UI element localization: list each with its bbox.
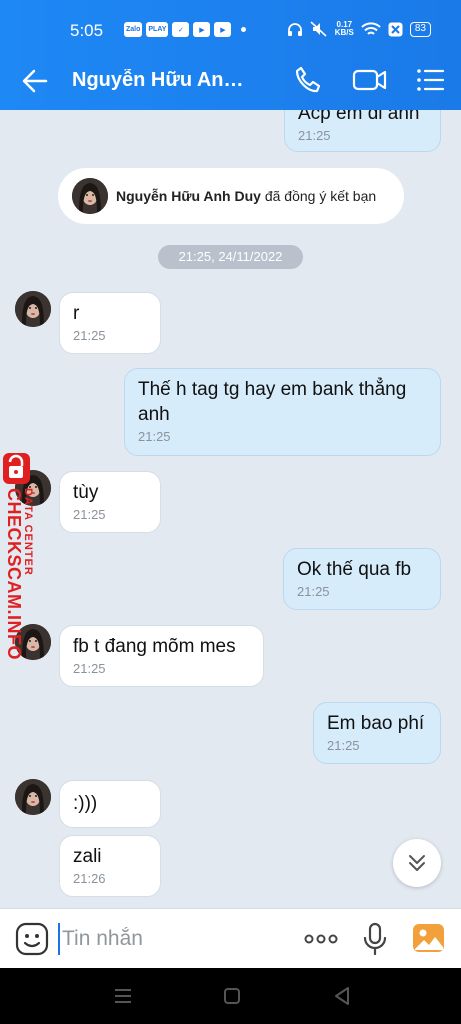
message-text: r bbox=[73, 303, 80, 324]
more-notifications-dot-icon bbox=[241, 27, 247, 32]
message-bubble-incoming[interactable]: zali 21:26 bbox=[59, 835, 161, 897]
mute-icon bbox=[310, 21, 327, 37]
menu-list-icon[interactable] bbox=[414, 64, 446, 96]
message-text: Em bao phí bbox=[327, 713, 425, 734]
message-bubble-outgoing[interactable]: Acp em đi anh 21:25 bbox=[284, 110, 441, 152]
message-text: Ok thế qua fb bbox=[297, 559, 412, 580]
sticker-icon[interactable] bbox=[15, 922, 49, 956]
svg-text:CHECKSCAM.INFO: CHECKSCAM.INFO bbox=[4, 488, 24, 660]
status-right: 0.17 KB/S 83 bbox=[287, 21, 431, 37]
app-notification-icon: ✓ bbox=[172, 22, 190, 37]
play-notification-icon: PLAY bbox=[146, 22, 169, 37]
friend-accepted-notice: Nguyễn Hữu Anh Duy đã đồng ý kết bạn bbox=[58, 168, 404, 224]
message-composer bbox=[0, 908, 461, 968]
message-input[interactable] bbox=[58, 923, 278, 955]
message-text: :))) bbox=[73, 793, 98, 814]
message-time: 21:25 bbox=[298, 128, 331, 143]
message-bubble-outgoing[interactable]: Thế h tag tg hay em bank thẳng anh 21:25 bbox=[124, 368, 441, 456]
message-time: 21:25 bbox=[73, 507, 106, 522]
checkscam-watermark-logo: DATA CENTER CHECKSCAM.INFO bbox=[3, 453, 34, 660]
status-time: 5:05 bbox=[70, 21, 104, 40]
message-text: Acp em đi anh bbox=[298, 110, 420, 124]
wifi-icon bbox=[361, 21, 381, 35]
message-time: 21:25 bbox=[297, 584, 330, 599]
message-text: fb t đang mõm mes bbox=[73, 636, 236, 657]
contact-name[interactable]: Nguyễn Hữu Anh Duy bbox=[72, 69, 247, 92]
chat-header: Nguyễn Hữu Anh Duy bbox=[0, 50, 461, 110]
youtube-notification-icon: ▶ bbox=[214, 22, 232, 37]
avatar[interactable] bbox=[15, 779, 51, 815]
status-app-icons: Zalo PLAY ✓ ▶ ▶ bbox=[124, 22, 247, 37]
message-bubble-incoming[interactable]: r 21:25 bbox=[59, 292, 161, 354]
message-bubble-outgoing[interactable]: Ok thế qua fb 21:25 bbox=[283, 548, 441, 610]
avatar[interactable] bbox=[72, 178, 108, 214]
message-time: 21:26 bbox=[73, 871, 106, 886]
more-options-icon[interactable] bbox=[303, 929, 339, 949]
message-time: 21:25 bbox=[73, 661, 106, 676]
network-speed: 0.17 KB/S bbox=[335, 21, 354, 37]
message-bubble-incoming[interactable]: fb t đang mõm mes 21:25 bbox=[59, 625, 264, 687]
double-chevron-down-icon bbox=[409, 855, 425, 871]
avatar[interactable] bbox=[15, 291, 51, 327]
microphone-icon[interactable] bbox=[360, 922, 390, 956]
no-sim-icon bbox=[388, 22, 403, 36]
system-nav-bar bbox=[0, 968, 461, 1024]
message-list[interactable]: Acp em đi anh 21:25 Nguyễn Hữu Anh Duy đ… bbox=[0, 110, 461, 908]
back-arrow-icon[interactable] bbox=[20, 66, 50, 96]
message-text: Thế h tag tg hay em bank thẳng anh bbox=[138, 379, 407, 425]
notice-contact-name: Nguyễn Hữu Anh Duy bbox=[116, 188, 261, 204]
date-separator: 21:25, 24/11/2022 bbox=[158, 245, 303, 269]
headphones-icon bbox=[287, 22, 302, 36]
message-bubble-incoming[interactable]: :))) bbox=[59, 780, 161, 828]
image-gallery-icon[interactable] bbox=[412, 923, 445, 953]
back-nav-icon[interactable] bbox=[331, 985, 353, 1007]
message-text: tùy bbox=[73, 482, 99, 503]
home-icon[interactable] bbox=[221, 985, 243, 1007]
status-bar: 5:05 Zalo PLAY ✓ ▶ ▶ 0.17 KB/S 83 bbox=[0, 0, 461, 50]
message-time: 21:25 bbox=[327, 738, 360, 753]
phone-icon[interactable] bbox=[292, 64, 324, 96]
battery-icon: 83 bbox=[409, 21, 431, 37]
zalo-notification-icon: Zalo bbox=[124, 22, 143, 37]
message-time: 21:25 bbox=[73, 328, 106, 343]
notice-text: đã đồng ý kết bạn bbox=[260, 188, 377, 204]
video-call-icon[interactable] bbox=[352, 64, 388, 96]
message-bubble-incoming[interactable]: tùy 21:25 bbox=[59, 471, 161, 533]
message-time: 21:25 bbox=[138, 429, 171, 444]
scroll-to-bottom-button[interactable] bbox=[393, 839, 441, 887]
youtube-notification-icon: ▶ bbox=[193, 22, 211, 37]
recent-apps-icon[interactable] bbox=[112, 985, 134, 1007]
message-text: zali bbox=[73, 846, 102, 867]
netspeed-unit: KB/S bbox=[334, 28, 354, 37]
message-bubble-outgoing[interactable]: Em bao phí 21:25 bbox=[313, 702, 441, 764]
